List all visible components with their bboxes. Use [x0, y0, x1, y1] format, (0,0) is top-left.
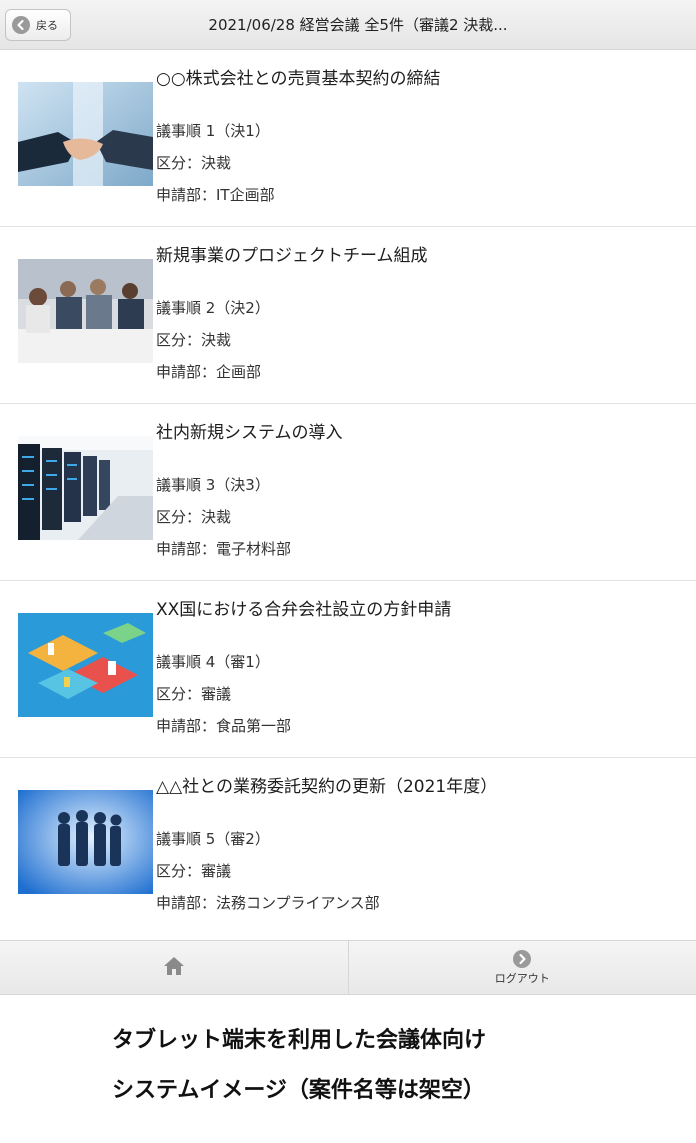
meeting-photo	[18, 259, 153, 363]
isometric-office-illustration	[18, 613, 153, 717]
agenda-list: ○○株式会社との売買基本契約の締結 議事順 1（決1） 区分：決裁 申請部：IT…	[0, 50, 696, 937]
item-order: 議事順 2（決2）	[156, 299, 270, 317]
logout-button[interactable]: ログアウト	[347, 941, 696, 994]
logout-label: ログアウト	[494, 971, 550, 985]
server-room-photo	[18, 436, 153, 540]
item-department: 申請部：IT企画部	[156, 186, 275, 204]
item-category: 区分：審議	[156, 685, 232, 703]
item-title: 新規事業のプロジェクトチーム組成	[156, 246, 428, 266]
item-order: 議事順 5（審2）	[156, 830, 270, 848]
caption-line-1: タブレット端末を利用した会議体向け	[112, 1028, 487, 1053]
footer-nav: ログアウト	[0, 940, 696, 995]
page: 戻る 2021/06/28 経営会議 全5件（審議2 決裁... ○○株式会社と…	[0, 0, 696, 1143]
handshake-photo	[18, 82, 153, 186]
business-people-silhouette	[18, 790, 153, 894]
home-button[interactable]	[0, 941, 348, 994]
item-department: 申請部：企画部	[156, 363, 262, 381]
list-item[interactable]: ○○株式会社との売買基本契約の締結 議事順 1（決1） 区分：決裁 申請部：IT…	[0, 50, 696, 227]
item-title: △△社との業務委託契約の更新（2021年度）	[156, 777, 498, 797]
item-department: 申請部：食品第一部	[156, 717, 292, 735]
header-bar: 戻る 2021/06/28 経営会議 全5件（審議2 決裁...	[0, 0, 696, 50]
item-category: 区分：決裁	[156, 154, 232, 172]
item-department: 申請部：電子材料部	[156, 540, 292, 558]
item-category: 区分：決裁	[156, 508, 232, 526]
caption-line-2: システムイメージ（案件名等は架空）	[112, 1078, 485, 1103]
list-item[interactable]: 社内新規システムの導入 議事順 3（決3） 区分：決裁 申請部：電子材料部	[0, 404, 696, 581]
item-category: 区分：審議	[156, 862, 232, 880]
item-title: 社内新規システムの導入	[156, 423, 343, 443]
home-icon	[162, 955, 186, 981]
item-category: 区分：決裁	[156, 331, 232, 349]
item-order: 議事順 3（決3）	[156, 476, 270, 494]
item-order: 議事順 4（審1）	[156, 653, 270, 671]
item-title: XX国における合弁会社設立の方針申請	[156, 600, 452, 620]
item-title: ○○株式会社との売買基本契約の締結	[156, 69, 441, 89]
page-title: 2021/06/28 経営会議 全5件（審議2 決裁...	[208, 16, 508, 34]
item-department: 申請部：法務コンプライアンス部	[156, 894, 380, 912]
item-order: 議事順 1（決1）	[156, 122, 270, 140]
list-item[interactable]: △△社との業務委託契約の更新（2021年度） 議事順 5（審2） 区分：審議 申…	[0, 758, 696, 937]
list-item[interactable]: 新規事業のプロジェクトチーム組成 議事順 2（決2） 区分：決裁 申請部：企画部	[0, 227, 696, 404]
list-item[interactable]: XX国における合弁会社設立の方針申請 議事順 4（審1） 区分：審議 申請部：食…	[0, 581, 696, 758]
caption: タブレット端末を利用した会議体向け システムイメージ（案件名等は架空）	[112, 1016, 672, 1116]
arrow-right-icon	[513, 949, 532, 968]
